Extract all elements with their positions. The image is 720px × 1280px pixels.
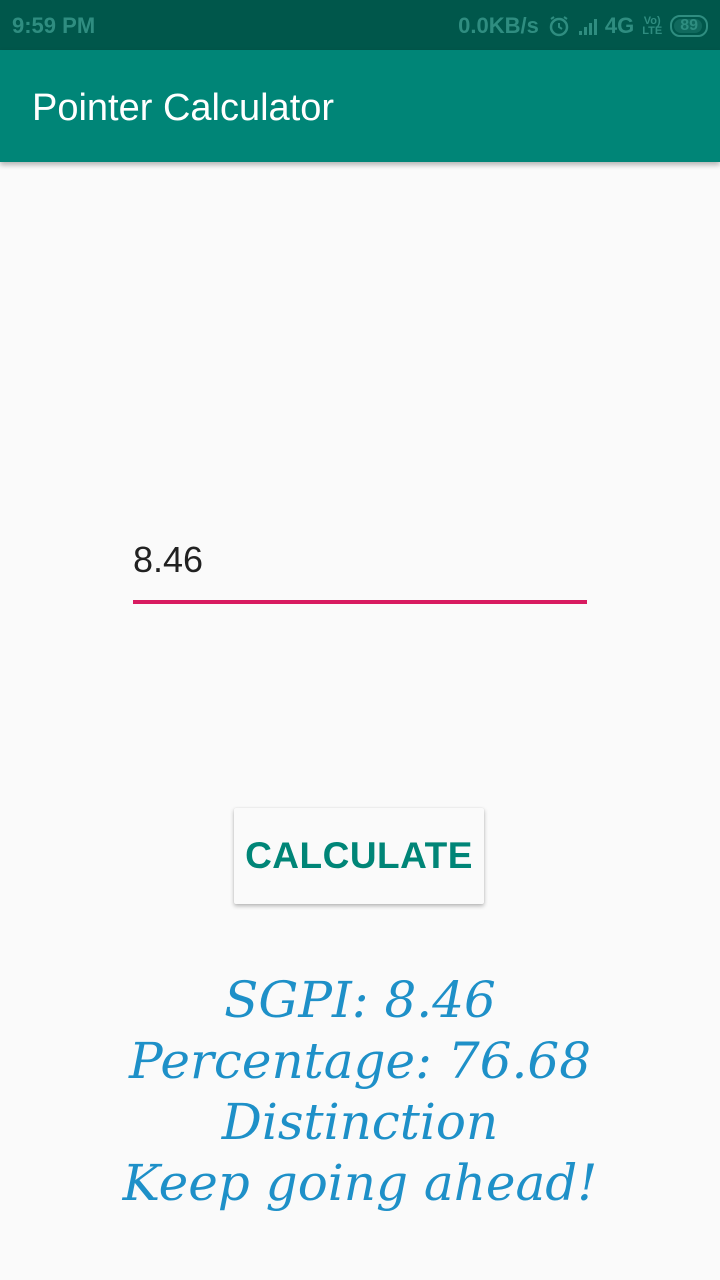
result-block: SGPI: 8.46 Percentage: 76.68 Distinction… <box>0 970 720 1214</box>
volte-bottom: LTE <box>642 25 663 37</box>
sgpi-result: SGPI: 8.46 <box>224 971 496 1029</box>
volte-icon: Vo) LTE <box>642 16 663 37</box>
app-bar: Pointer Calculator <box>0 50 720 162</box>
battery-icon: 89 <box>670 15 708 37</box>
status-icons: 0.0KB/s 4G Vo) LTE 89 <box>458 13 708 39</box>
sgpi-input[interactable] <box>133 520 587 604</box>
status-bar: 9:59 PM 0.0KB/s 4G Vo) LTE 89 <box>0 0 720 50</box>
calculate-button[interactable]: CALCULATE <box>234 808 484 904</box>
net-speed: 0.0KB/s <box>458 13 539 38</box>
status-time: 9:59 PM <box>12 13 96 38</box>
signal-icon <box>578 17 597 35</box>
network-type: 4G <box>604 13 635 38</box>
percentage-result: Percentage: 76.68 <box>128 1032 592 1090</box>
grade-result: Distinction <box>221 1093 499 1151</box>
app-title: Pointer Calculator <box>32 87 335 129</box>
alarm-icon <box>549 16 569 37</box>
battery-level: 89 <box>680 17 698 34</box>
message-result: Keep going ahead! <box>122 1154 598 1212</box>
